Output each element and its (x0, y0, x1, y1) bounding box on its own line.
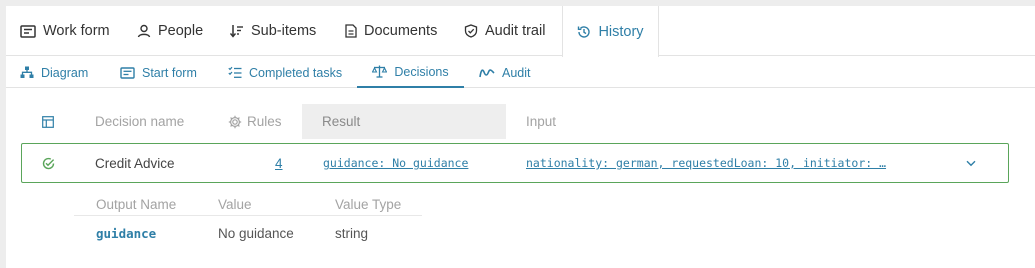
primary-tab-bar: Work form People Sub-items Documents Aud… (6, 6, 1035, 57)
tab-label: Audit trail (485, 23, 546, 39)
header-value: Value (218, 196, 252, 212)
decision-name: Credit Advice (95, 155, 175, 171)
header-result: Result (302, 104, 506, 139)
header-rules: Rules (228, 104, 282, 139)
header-output-name: Output Name (96, 196, 177, 212)
result-link[interactable]: guidance: No guidance (323, 144, 468, 182)
diagram-icon (20, 66, 34, 78)
subtab-diagram[interactable]: Diagram (20, 57, 88, 88)
layout-icon (42, 104, 54, 139)
document-icon (345, 24, 357, 38)
tab-label: History (598, 23, 644, 40)
tab-documents[interactable]: Documents (345, 6, 437, 56)
tab-people[interactable]: People (137, 6, 203, 56)
sort-icon (230, 25, 243, 38)
output-table-header: Output Name Value Value Type (74, 192, 422, 216)
decisions-table-header: Decision name Rules Result Input (28, 104, 1012, 139)
checklist-icon (228, 66, 242, 78)
secondary-tab-bar: Diagram Start form Completed tasks Decis… (6, 57, 1035, 88)
input-link[interactable]: nationality: german, requestedLoan: 10, … (526, 144, 926, 182)
tab-work-form[interactable]: Work form (20, 6, 110, 56)
tab-label: Work form (43, 23, 110, 39)
tab-audit-trail[interactable]: Audit trail (464, 6, 545, 56)
header-input: Input (526, 114, 557, 129)
subtab-completed-tasks[interactable]: Completed tasks (228, 57, 342, 88)
subtab-decisions[interactable]: Decisions (357, 57, 464, 88)
output-value: No guidance (218, 225, 294, 241)
tab-label: People (158, 23, 204, 39)
tab-sub-items[interactable]: Sub-items (230, 6, 316, 56)
chevron-down-icon[interactable] (966, 144, 976, 182)
form-icon (20, 24, 36, 38)
tab-label: Sub-items (251, 23, 317, 39)
header-decision-name: Decision name (95, 114, 185, 129)
success-check-icon (42, 144, 55, 182)
tab-label: Decisions (394, 64, 449, 79)
subtab-start-form[interactable]: Start form (120, 57, 197, 88)
tab-label: Diagram (41, 65, 89, 80)
output-value-type: string (335, 225, 369, 241)
tab-label: Documents (364, 23, 438, 39)
history-icon (578, 25, 591, 38)
tab-history[interactable]: History (562, 6, 659, 57)
subtab-audit[interactable]: Audit (479, 57, 531, 88)
shield-check-icon (464, 24, 478, 38)
tab-label: Completed tasks (249, 65, 343, 80)
person-icon (137, 24, 151, 38)
scale-icon (372, 65, 388, 78)
tab-label: Start form (142, 65, 197, 80)
history-panel: Work form People Sub-items Documents Aud… (6, 6, 1035, 268)
output-table: Output Name Value Value Type guidance No… (74, 192, 422, 250)
output-name: guidance (96, 225, 157, 241)
tab-label: Audit (502, 65, 531, 80)
gear-icon (228, 115, 242, 128)
table-row[interactable]: Credit Advice 4 guidance: No guidance na… (21, 143, 1009, 183)
header-value-type: Value Type (335, 196, 402, 212)
form-icon (120, 66, 135, 79)
table-row: guidance No guidance string (74, 216, 422, 250)
wave-icon (479, 68, 495, 77)
rules-count-link[interactable]: 4 (275, 144, 283, 182)
